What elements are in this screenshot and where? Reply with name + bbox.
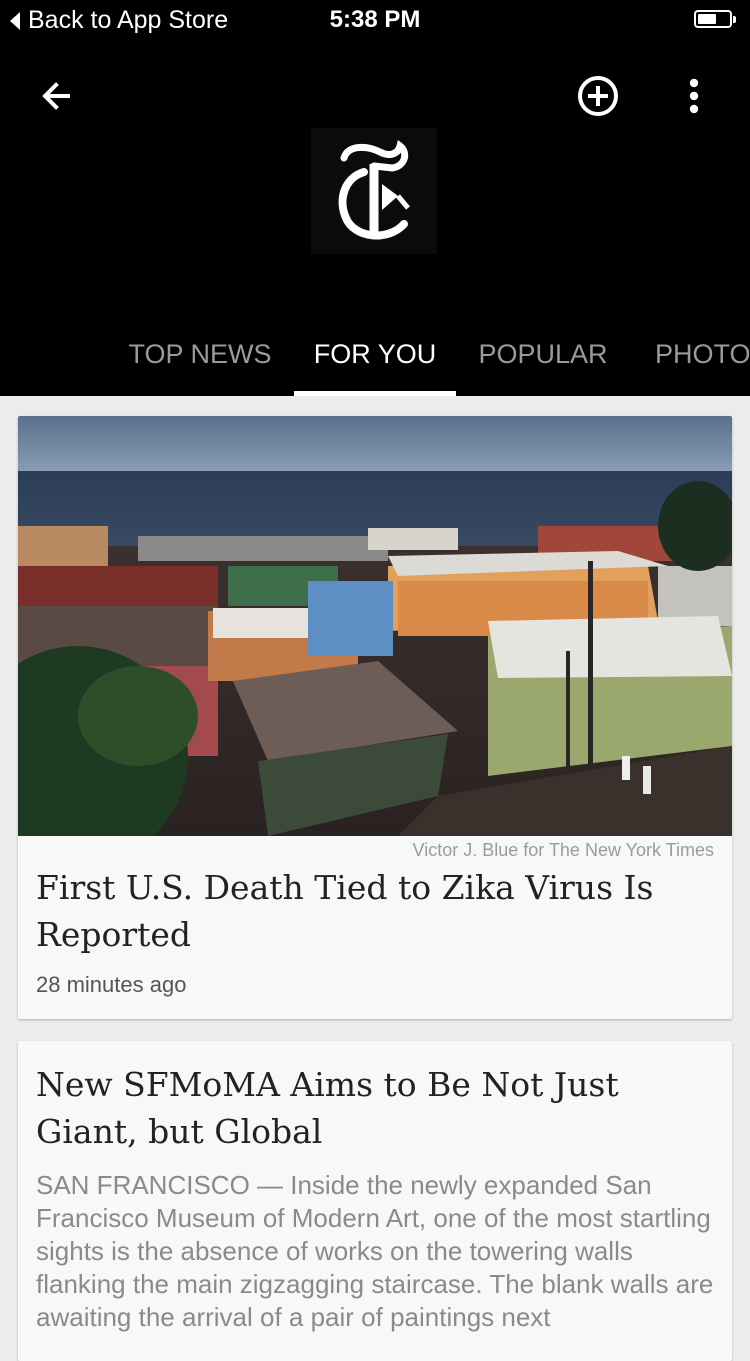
tab-for-you[interactable]: FOR YOU	[294, 312, 456, 396]
article-headline[interactable]: First U.S. Death Tied to Zika Virus Is R…	[36, 864, 702, 958]
tab-popular[interactable]: POPULAR	[470, 312, 616, 396]
article-photo	[18, 416, 732, 836]
status-bar: Back to App Store 5:38 PM	[0, 0, 750, 42]
arrow-left-icon	[42, 82, 70, 110]
nyt-t-logo-icon	[338, 140, 410, 240]
add-circle-icon	[578, 76, 618, 116]
article-summary: SAN FRANCISCO — Inside the newly expande…	[36, 1170, 714, 1332]
section-tabs: TOP NEWS FOR YOU POPULAR PHOTOS	[0, 312, 750, 396]
article-card[interactable]: Victor J. Blue for The New York Times Fi…	[18, 416, 732, 1019]
app-bar: TOP NEWS FOR YOU POPULAR PHOTOS	[0, 42, 750, 396]
photo-credit: Victor J. Blue for The New York Times	[412, 840, 714, 860]
tab-top-news[interactable]: TOP NEWS	[120, 312, 280, 396]
article-timestamp: 28 minutes ago	[36, 972, 187, 997]
nyt-logo	[311, 128, 437, 254]
status-time: 5:38 PM	[329, 6, 421, 33]
add-button[interactable]	[568, 66, 628, 126]
more-vertical-icon	[689, 78, 699, 114]
battery-icon	[694, 10, 738, 30]
back-button[interactable]	[26, 66, 86, 126]
article-card[interactable]: New SFMoMA Aims to Be Not Just Giant, bu…	[18, 1041, 732, 1361]
more-options-button[interactable]	[664, 66, 724, 126]
article-headline[interactable]: New SFMoMA Aims to Be Not Just Giant, bu…	[36, 1061, 702, 1155]
tab-photos[interactable]: PHOTOS	[655, 312, 750, 396]
active-tab-indicator	[294, 391, 456, 396]
